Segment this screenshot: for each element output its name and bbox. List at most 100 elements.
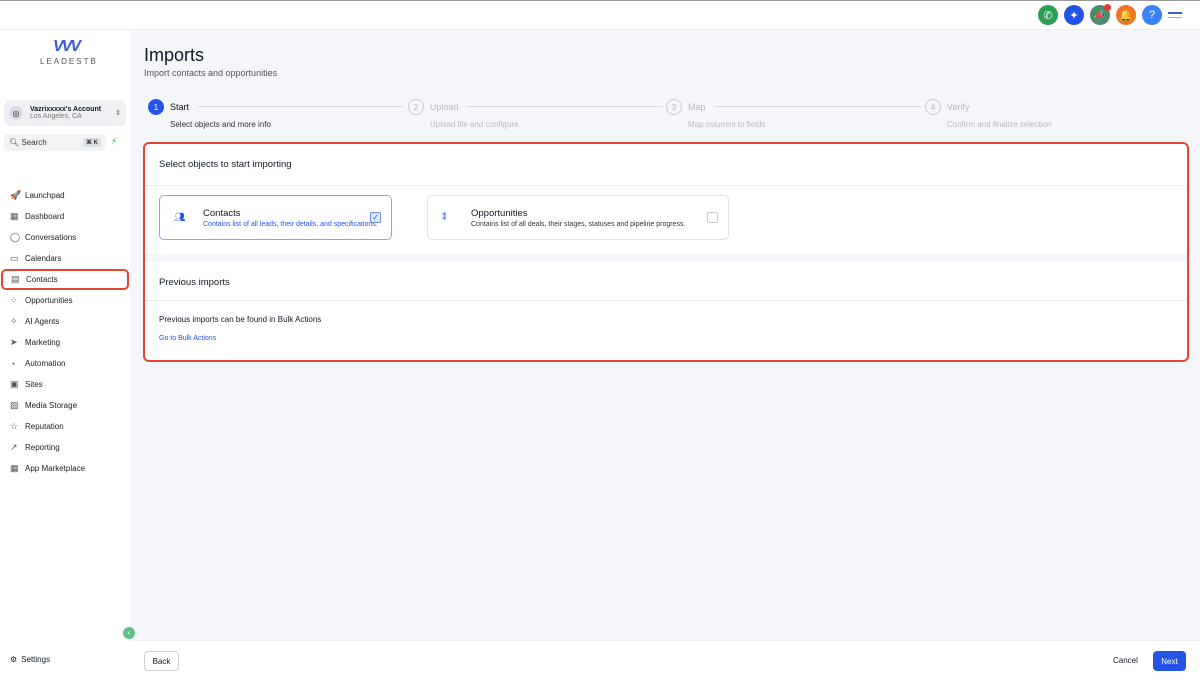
import-panel: Select objects to start importing 👥︎ Con… xyxy=(143,142,1189,362)
sidebar-item-label: Dashboard xyxy=(25,212,65,221)
footer: Back Cancel Next xyxy=(130,640,1200,680)
step-number: 4 xyxy=(925,99,941,115)
select-objects-title: Select objects to start importing xyxy=(159,159,292,170)
nav-icon: ▦ xyxy=(10,211,19,221)
top-bar: ✆ ✦ 📣 🔔 ? xyxy=(0,0,1200,30)
sidebar-item-launchpad[interactable]: 🚀 Launchpad xyxy=(0,185,130,206)
step-desc: Select objects and more info xyxy=(170,120,271,129)
nav-icon: ✧ xyxy=(10,316,18,326)
sidebar-item-label: Reporting xyxy=(25,443,60,452)
opportunities-icon: ⁑ xyxy=(442,212,447,222)
sidebar-nav: 🚀 Launchpad ▦ Dashboard ◯ Conversations ▭ Calen… xyxy=(0,185,130,479)
notification-dot xyxy=(1104,4,1111,11)
step-number: 2 xyxy=(408,99,424,115)
bolt-icon[interactable]: ⚡︎ xyxy=(111,136,117,147)
nav-icon: 🚀 xyxy=(10,190,22,200)
previous-imports-text: Previous imports can be found in Bulk Ac… xyxy=(159,315,322,324)
bulk-actions-link[interactable]: Go to Bulk Actions xyxy=(159,335,216,342)
back-button[interactable]: Back xyxy=(144,651,179,671)
search-label: Search xyxy=(21,138,47,147)
sidebar-item-automation[interactable]: ◔ Automation xyxy=(0,353,130,374)
sidebar-item-label: Contacts xyxy=(26,275,58,284)
bell-icon[interactable]: 🔔 xyxy=(1116,5,1136,25)
opportunities-card[interactable]: ⁑ Opportunities Contains list of all dea… xyxy=(427,195,729,240)
sidebar-item-calendars[interactable]: ▭ Calendars xyxy=(0,248,130,269)
nav-icon: ◔ xyxy=(10,358,16,369)
sparkle-icon[interactable]: ✦ xyxy=(1064,5,1084,25)
search-icon: 🔍︎ xyxy=(9,138,20,147)
step-desc: Map columns to fields xyxy=(688,120,766,129)
megaphone-glyph: 📣 xyxy=(1094,9,1106,20)
step-number: 3 xyxy=(666,99,682,115)
step-label: Upload xyxy=(430,102,459,112)
nav-icon: ▭ xyxy=(10,253,19,263)
divider xyxy=(145,300,1187,301)
step-verify: 4 Verify Confirm and finalize selection xyxy=(925,99,1052,129)
step-label: Map xyxy=(688,102,706,112)
step-label: Start xyxy=(170,102,190,112)
sidebar-item-label: Sites xyxy=(25,380,43,389)
sidebar-item-label: Opportunities xyxy=(25,296,73,305)
sidebar: VVV LEADESTB ◎ Vazrixxxxx's Account Los An… xyxy=(0,30,130,680)
card-desc: Contains list of all leads, their detail… xyxy=(203,221,378,228)
avatar[interactable] xyxy=(1168,12,1182,18)
sidebar-item-opportunities[interactable]: ⁘ Opportunities xyxy=(0,290,130,311)
page-subtitle: Import contacts and opportunities xyxy=(144,68,278,78)
shortcut-badge: ⌘ K xyxy=(83,138,101,147)
nav-icon: ▦ xyxy=(10,463,19,473)
logo[interactable]: VVV LEADESTB xyxy=(40,38,98,66)
nav-icon: ▨ xyxy=(10,400,19,410)
sidebar-item-marketing[interactable]: ➤ Marketing xyxy=(0,332,130,353)
account-location: Los Angeles, CA xyxy=(30,113,82,120)
contacts-icon: 👥︎ xyxy=(174,212,186,222)
page-title: Imports xyxy=(144,45,205,65)
section-gap xyxy=(145,254,1187,262)
phone-icon[interactable]: ✆ xyxy=(1038,5,1058,25)
account-name: Vazrixxxxx's Account xyxy=(30,106,102,113)
opportunities-checkbox[interactable] xyxy=(707,212,718,223)
sidebar-item-conversations[interactable]: ◯ Conversations xyxy=(0,227,130,248)
sidebar-item-label: AI Agents xyxy=(25,317,60,326)
collapse-sidebar-button[interactable]: ‹ xyxy=(123,627,135,639)
sidebar-item-media-storage[interactable]: ▨ Media Storage xyxy=(0,395,130,416)
nav-icon: ➤ xyxy=(10,337,18,347)
sidebar-item-label: Media Storage xyxy=(25,401,78,410)
step-map: 3 Map Map columns to fields xyxy=(666,99,765,129)
sidebar-item-label: App Marketplace xyxy=(25,464,86,473)
sidebar-item-app-marketplace[interactable]: ▦ App Marketplace xyxy=(0,458,130,479)
sidebar-item-reporting[interactable]: ↗ Reporting xyxy=(0,437,130,458)
sidebar-item-dashboard[interactable]: ▦ Dashboard xyxy=(0,206,130,227)
contacts-checkbox[interactable]: ✓ xyxy=(370,212,381,223)
sidebar-item-sites[interactable]: ▣ Sites xyxy=(0,374,130,395)
cancel-button[interactable]: Cancel xyxy=(1113,656,1138,665)
next-button[interactable]: Next xyxy=(1153,651,1186,671)
nav-icon: ▤ xyxy=(11,274,20,284)
nav-icon: ↗ xyxy=(10,442,18,452)
account-switcher[interactable]: ◎ Vazrixxxxx's Account Los Angeles, CA ⇕ xyxy=(4,100,126,126)
sidebar-item-contacts[interactable]: ▤ Contacts xyxy=(1,269,129,290)
sidebar-item-label: Automation xyxy=(25,359,66,368)
card-desc: Contains list of all deals, their stages… xyxy=(471,221,686,228)
card-title: Opportunities xyxy=(471,208,528,219)
search-input[interactable]: 🔍︎ Search ⌘ K xyxy=(4,134,106,151)
gear-icon: ⚙ xyxy=(10,655,18,664)
settings-label: Settings xyxy=(21,655,51,664)
chevron-updown-icon: ⇕ xyxy=(115,110,121,117)
megaphone-icon[interactable]: 📣 xyxy=(1090,4,1111,25)
step-start: 1 Start Select objects and more info xyxy=(148,99,271,129)
sidebar-item-ai-agents[interactable]: ✧ AI Agents xyxy=(0,311,130,332)
nav-icon: ▣ xyxy=(10,379,19,389)
sidebar-item-reputation[interactable]: ☆ Reputation xyxy=(0,416,130,437)
contacts-card[interactable]: 👥︎ Contacts Contains list of all leads, … xyxy=(159,195,392,240)
sidebar-item-settings[interactable]: ⚙ Settings xyxy=(10,655,50,664)
sidebar-item-label: Conversations xyxy=(25,233,77,242)
nav-icon: ☆ xyxy=(10,421,19,431)
sidebar-item-label: Calendars xyxy=(25,254,62,263)
logo-text: LEADESTB xyxy=(40,57,98,66)
sidebar-item-label: Reputation xyxy=(25,422,64,431)
step-desc: Confirm and finalize selection xyxy=(947,120,1052,129)
help-icon[interactable]: ? xyxy=(1142,5,1162,25)
step-label: Verify xyxy=(947,102,970,112)
nav-icon: ⁘ xyxy=(10,295,18,305)
account-icon: ◎ xyxy=(9,106,23,120)
